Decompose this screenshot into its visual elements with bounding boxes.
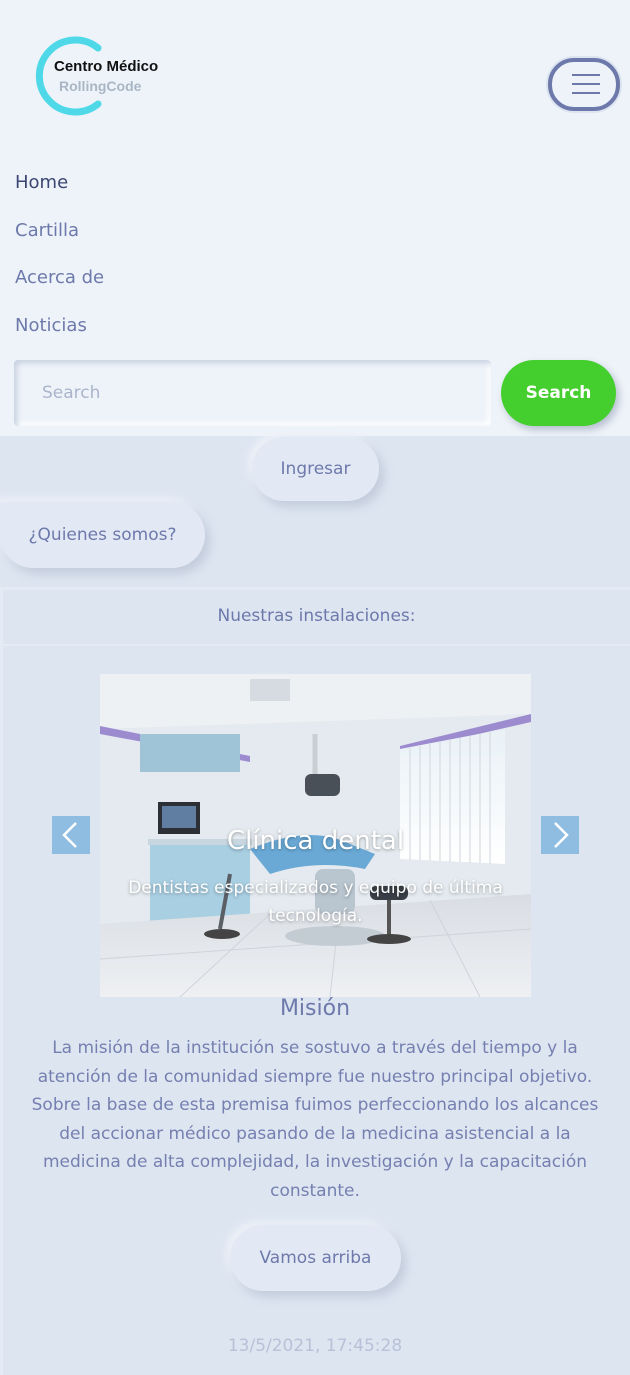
hamburger-icon-bar bbox=[572, 92, 600, 94]
brand-subtitle: RollingCode bbox=[59, 78, 142, 94]
hamburger-icon bbox=[572, 74, 600, 76]
brand-title: Centro Médico bbox=[54, 58, 159, 75]
navbar: Centro Médico RollingCode Home Cartilla … bbox=[0, 0, 630, 436]
nav-link-acerca[interactable]: Acerca de bbox=[15, 267, 104, 288]
slide-description: Dentistas especializados y equipo de últ… bbox=[128, 878, 503, 926]
hamburger-icon-bar bbox=[572, 83, 600, 85]
mission-title: Misión bbox=[279, 996, 351, 1021]
about-us-button[interactable]: ¿Quienes somos? bbox=[0, 502, 205, 568]
slide-title: Clínica dental bbox=[226, 826, 405, 856]
nav-link-home[interactable]: Home bbox=[15, 172, 68, 193]
brand-logo[interactable]: Centro Médico RollingCode bbox=[32, 36, 182, 116]
chevron-right-icon bbox=[554, 822, 569, 848]
nav-link-noticias[interactable]: Noticias bbox=[15, 315, 87, 336]
installations-header: Nuestras instalaciones: bbox=[3, 590, 630, 646]
clock-text: 13/5/2021, 17:45:28 bbox=[227, 1336, 403, 1356]
back-to-top-button[interactable]: Vamos arriba bbox=[230, 1225, 401, 1291]
search-input[interactable] bbox=[14, 360, 491, 426]
login-button[interactable]: Ingresar bbox=[252, 437, 379, 501]
navbar-toggle-button[interactable] bbox=[548, 58, 620, 111]
carousel-next-button[interactable] bbox=[541, 816, 579, 854]
logo-ring-icon bbox=[35, 36, 102, 116]
nav-link-cartilla[interactable]: Cartilla bbox=[15, 220, 79, 241]
search-button[interactable]: Search bbox=[501, 360, 616, 426]
mission-text: La misión de la institución se sostuvo a… bbox=[31, 1038, 599, 1201]
chevron-left-icon bbox=[62, 822, 77, 848]
carousel-prev-button[interactable] bbox=[52, 816, 90, 854]
installations-carousel[interactable]: Clínica dental Dentistas especializados … bbox=[100, 674, 531, 997]
